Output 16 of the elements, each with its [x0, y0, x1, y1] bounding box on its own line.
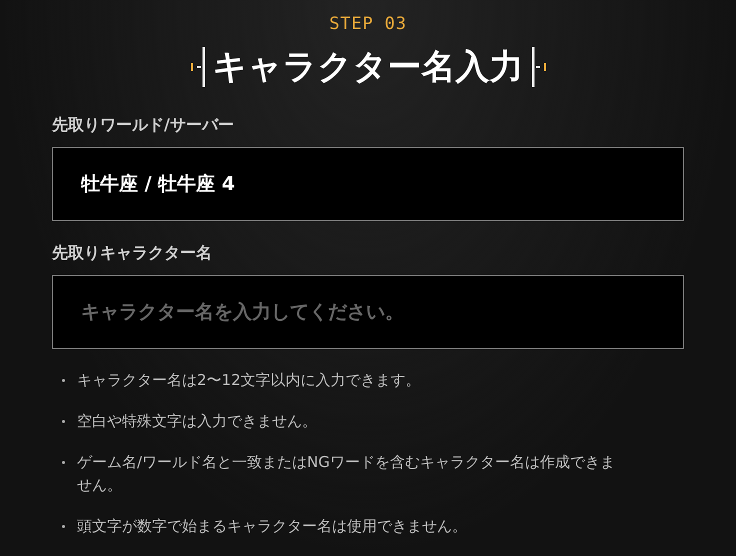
- note-text: ゲーム名/ワールド名と一致またはNGワードを含むキャラクター名は作成できません。: [77, 452, 616, 496]
- bullet-icon: [62, 420, 65, 422]
- bullet-icon: [62, 378, 65, 382]
- field-label: 先取りキャラクター名: [52, 242, 213, 264]
- page-title: キャラクター名入力: [212, 46, 524, 88]
- bracket-icon: [190, 47, 204, 87]
- note-text: 空白や特殊文字は入力できません。: [77, 410, 317, 432]
- note-text: キャラクター名は2〜12文字以内に入力できます。: [77, 370, 421, 390]
- text-field[interactable]: 牡牛座 / 牡牛座 4: [52, 146, 684, 220]
- note-text: 頭文字が数字で始まるキャラクター名は使用できません。: [77, 516, 467, 536]
- step-label: STEP 03: [329, 13, 407, 36]
- bullet-icon: [62, 524, 65, 528]
- text-field[interactable]: キャラクター名を入力してください。: [52, 274, 684, 348]
- bracket-icon: [532, 47, 546, 87]
- bullet-icon: [62, 460, 65, 464]
- field-label: 先取りワールド/サーバー: [52, 114, 235, 136]
